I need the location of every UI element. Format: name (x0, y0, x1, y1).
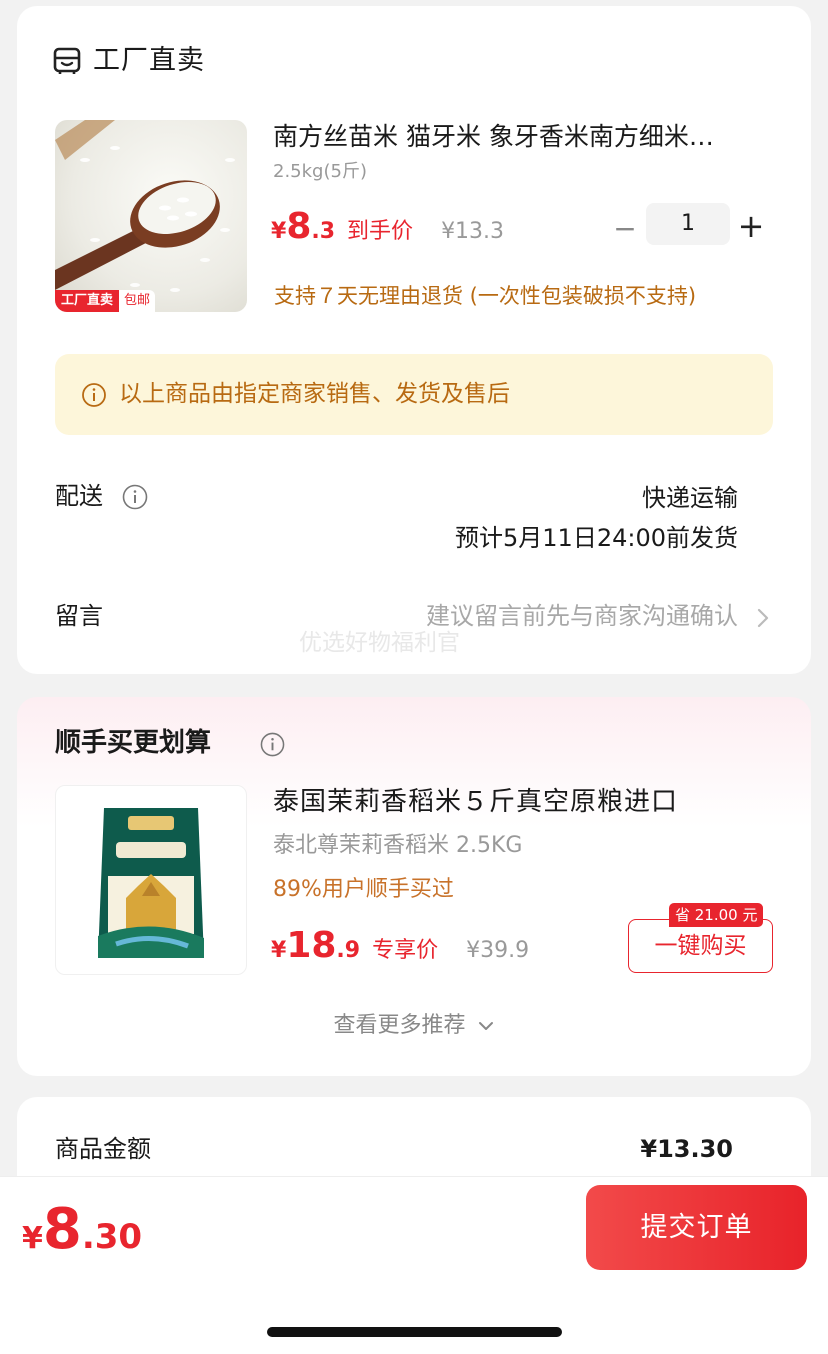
recommended-product-title[interactable]: 泰国茉莉香稻米５斤真空原粮进口 (273, 785, 678, 819)
rice-bag-illustration (98, 808, 204, 958)
message-label: 留言 (55, 602, 103, 630)
price-integer: 18 (286, 925, 337, 966)
product-badges: 工厂直卖 包邮 (55, 290, 156, 312)
total-decimal: .30 (81, 1217, 143, 1257)
total-integer: 8 (42, 1197, 82, 1262)
shipping-label: 配送 (55, 482, 103, 510)
shipping-method: 快递运输 (642, 484, 738, 512)
shipping-eta: 预计5月11日24:00前发货 (455, 524, 738, 552)
return-policy-note: 支持７天无理由退货 (一次性包装破损不支持) (274, 284, 697, 308)
home-indicator[interactable] (267, 1327, 562, 1337)
seller-notice-text: 以上商品由指定商家销售、发货及售后 (119, 381, 510, 407)
message-input[interactable]: 建议留言前先与商家沟通确认 (426, 600, 738, 632)
original-price: ¥13.3 (441, 219, 505, 244)
info-icon (82, 383, 106, 407)
price-decimal: .9 (336, 938, 361, 963)
subtotal-label: 商品金额 (55, 1135, 151, 1163)
order-total: ¥ 8 .30 (22, 1197, 142, 1262)
currency-symbol: ¥ (271, 938, 287, 963)
chevron-right-icon[interactable] (755, 606, 771, 630)
recommendation-title: 顺手买更划算 (55, 728, 212, 758)
order-item-card: 工厂直卖 工厂直卖 包邮 南方丝苗米 猫牙米 象牙香米南方细米… 2.5kg(5… (17, 6, 811, 674)
product-spec[interactable]: 2.5kg(5斤) (273, 160, 367, 184)
shop-icon (53, 47, 81, 74)
quantity-input[interactable]: 1 (646, 203, 730, 245)
price-label: 专享价 (372, 938, 439, 963)
quantity-increase-button[interactable]: + (736, 207, 766, 247)
watermark: 优选好物福利官 (299, 630, 460, 656)
subtotal-value: ¥13.30 (640, 1135, 733, 1163)
savings-badge: 省 21.00 元 (669, 903, 764, 927)
recommended-product-price: ¥ 18 .9 专享价 ¥39.9 (271, 925, 529, 966)
free-shipping-badge: 包邮 (119, 290, 156, 312)
more-recommendations-link[interactable]: 查看更多推荐 (17, 1011, 811, 1041)
factory-badge: 工厂直卖 (55, 290, 120, 312)
recommendation-card: 顺手买更划算 泰国茉莉香稻米５斤真空原粮进口 泰北尊茉莉香稻米 2.5KG 89… (17, 697, 811, 1076)
product-price: ¥ 8 .3 到手价 ¥13.3 (271, 206, 504, 252)
info-icon[interactable] (260, 732, 285, 757)
quantity-decrease-button[interactable]: − (610, 211, 640, 251)
checkout-bar: ¥ 8 .30 提交订单 (0, 1176, 828, 1354)
original-price: ¥39.9 (466, 938, 530, 963)
shipping-info-icon[interactable] (122, 484, 148, 510)
seller-notice: 以上商品由指定商家销售、发货及售后 (55, 354, 773, 435)
product-image[interactable]: 工厂直卖 包邮 (55, 120, 247, 312)
price-decimal: .3 (311, 219, 336, 244)
price-label: 到手价 (347, 219, 414, 244)
more-recommendations-label: 查看更多推荐 (333, 1013, 466, 1038)
shop-name[interactable]: 工厂直卖 (93, 44, 205, 78)
recommended-product-spec: 泰北尊茉莉香稻米 2.5KG (273, 833, 523, 858)
currency-symbol: ¥ (22, 1221, 43, 1256)
one-click-buy-button[interactable]: 一键购买 (628, 919, 773, 973)
price-integer: 8 (286, 206, 312, 247)
submit-order-button[interactable]: 提交订单 (586, 1185, 807, 1270)
recommended-buyer-stat: 89%用户顺手买过 (273, 877, 454, 902)
currency-symbol: ¥ (271, 219, 287, 244)
recommended-product-image[interactable] (55, 785, 247, 975)
product-title[interactable]: 南方丝苗米 猫牙米 象牙香米南方细米… (273, 120, 763, 154)
rice-spoon-illustration (55, 120, 235, 292)
chevron-down-icon (478, 1022, 493, 1030)
